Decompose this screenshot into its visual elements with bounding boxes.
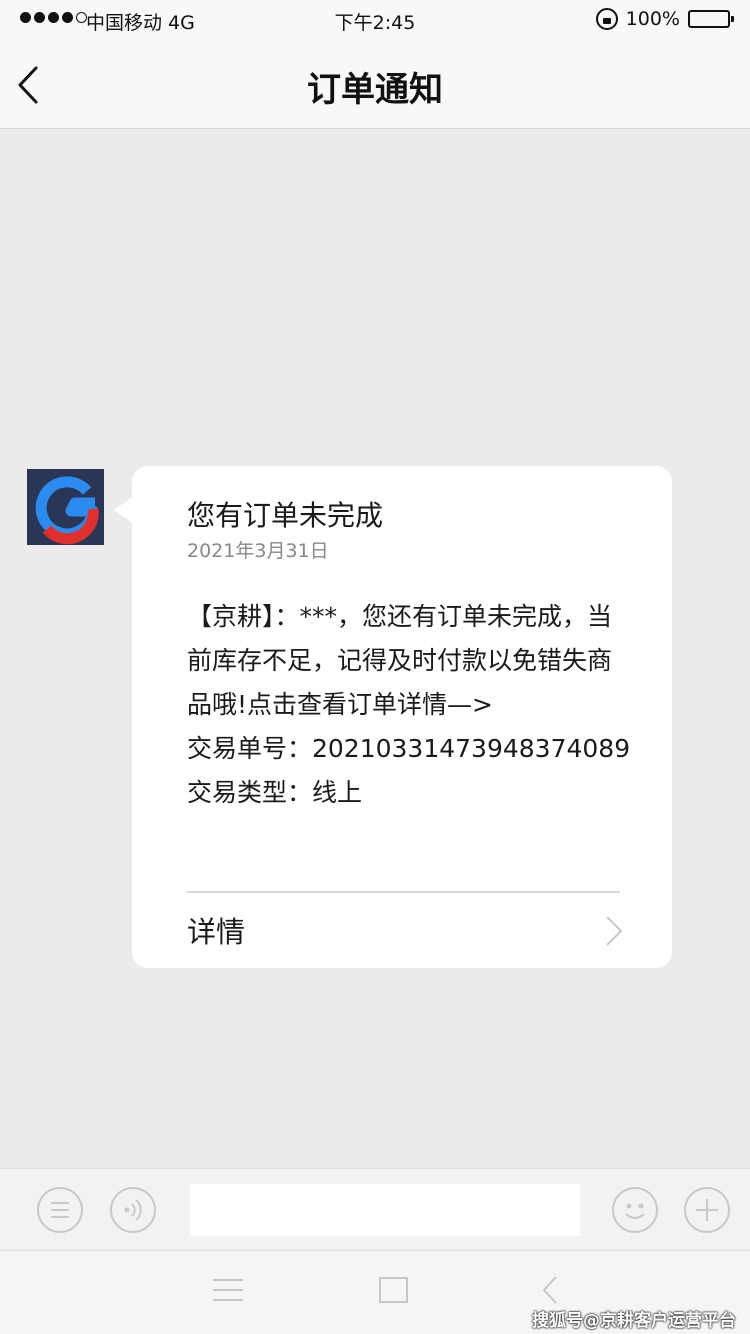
menu-lines-icon [51,1202,69,1218]
details-link[interactable]: 详情 [187,894,623,964]
battery-icon [688,10,734,28]
g-logo-icon [27,469,104,545]
order-type-line: 交易类型：线上 [187,778,363,807]
message-date: 2021年3月31日 [187,540,329,562]
home-square-icon[interactable] [376,1275,410,1305]
add-button[interactable] [684,1187,730,1233]
hamburger-icon[interactable] [210,1275,246,1305]
emoji-button[interactable] [612,1187,658,1233]
message-body: 【京耕】：***，您还有订单未完成，当 前库存不足，记得及时付款以免错失商 品哦… [187,595,637,815]
voice-button[interactable] [110,1187,156,1233]
details-label: 详情 [187,915,246,949]
message-title: 您有订单未完成 [187,499,384,532]
status-right: 100% [595,8,734,30]
message-line: 品哦!点击查看订单详情—> [187,690,493,719]
order-number-line: 交易单号：20210331473948374089 [187,734,631,763]
page-title: 订单通知 [307,70,443,110]
navigation-bar: 订单通知 [0,40,750,129]
watermark-text: 搜狐号@京耕客户运营平台 [532,1311,736,1331]
rotation-lock-icon [595,8,618,30]
message-line: 【京耕】：***，您还有订单未完成，当 [187,602,613,631]
message-input[interactable] [190,1184,580,1236]
emoji-icon [625,1203,645,1219]
message-line: 前库存不足，记得及时付款以免错失商 [187,646,613,675]
plus-icon [696,1199,718,1221]
menu-button[interactable] [37,1187,83,1233]
status-bar: 中国移动 4G 下午2:45 100% [0,0,750,40]
back-triangle-icon[interactable] [538,1273,564,1307]
chevron-right-icon [606,916,623,946]
input-bar [0,1168,750,1250]
battery-percent: 100% [625,8,680,30]
bubble-tail [114,496,134,524]
message-card[interactable]: 您有订单未完成 2021年3月31日 【京耕】：***，您还有订单未完成，当 前… [132,466,672,968]
voice-icon [124,1199,142,1221]
sender-avatar[interactable] [27,469,104,545]
divider [187,891,620,893]
